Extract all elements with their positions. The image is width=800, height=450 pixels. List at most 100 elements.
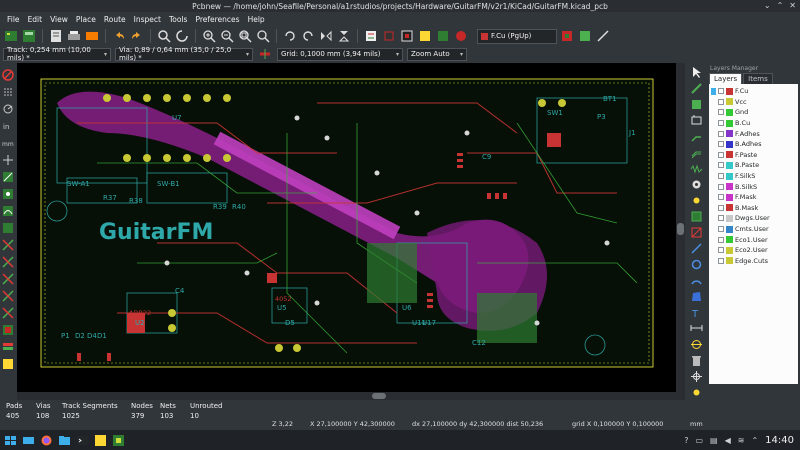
zoom-select[interactable]: Zoom Auto ▾ [407, 47, 467, 61]
microwave-toolbar-icon[interactable] [2, 357, 15, 370]
help-icon[interactable]: ? [684, 436, 688, 445]
via-sketch-icon[interactable] [2, 289, 15, 302]
layer-color-swatch[interactable] [726, 257, 733, 265]
add-circle-icon[interactable] [689, 258, 703, 271]
layer-color-swatch[interactable] [726, 246, 733, 254]
units-mm-icon[interactable]: mm [2, 136, 15, 149]
tab-layers[interactable]: Layers [709, 73, 743, 84]
layer-visibility-checkbox[interactable] [718, 257, 724, 264]
redo-icon[interactable] [129, 28, 145, 44]
menu-preferences[interactable]: Preferences [191, 15, 243, 24]
polar-coords-icon[interactable] [2, 102, 15, 115]
layer-row[interactable]: F.Paste [709, 150, 798, 161]
local-ratsnest-icon[interactable] [689, 98, 703, 111]
grid-size-select[interactable]: Grid: 0,1000 mm (3,94 mils) ▾ [277, 47, 403, 61]
layer-color-swatch[interactable] [726, 225, 733, 233]
route-track-icon[interactable] [689, 130, 703, 143]
drc-off-icon[interactable] [2, 68, 15, 81]
find-icon[interactable] [156, 28, 172, 44]
menu-inspect[interactable]: Inspect [130, 15, 165, 24]
maximize-icon[interactable]: ⌃ [777, 1, 784, 11]
highlight-net-icon[interactable] [689, 82, 703, 95]
layer-color-swatch[interactable] [726, 214, 733, 222]
layer-color-swatch[interactable] [726, 172, 733, 180]
layer-color-swatch[interactable] [726, 108, 733, 116]
menu-help[interactable]: Help [244, 15, 269, 24]
route-diff-pair-icon[interactable] [689, 146, 703, 159]
module-ratsnest-icon[interactable] [2, 187, 15, 200]
horizontal-scrollbar[interactable] [17, 392, 685, 400]
layer-row[interactable]: B.Adhes [709, 139, 798, 150]
zone-no-fill-icon[interactable] [2, 255, 15, 268]
pad-sketch-icon[interactable] [2, 272, 15, 285]
add-polygon-icon[interactable] [689, 290, 703, 303]
battery-icon[interactable]: ▭ [695, 436, 703, 445]
units-inch-icon[interactable]: in [2, 119, 15, 132]
scrollbar-thumb[interactable] [372, 393, 386, 399]
layer-visibility-checkbox[interactable] [718, 151, 724, 158]
layer-row[interactable]: Cmts.User [709, 224, 798, 235]
page-settings-icon[interactable] [48, 28, 64, 44]
ratsnest-icon[interactable] [2, 170, 15, 183]
layer-visibility-checkbox[interactable] [718, 162, 724, 169]
layer-pair-icon[interactable] [559, 28, 575, 44]
menu-file[interactable]: File [3, 15, 24, 24]
layer-visibility-checkbox[interactable] [718, 183, 724, 190]
layer-visibility-checkbox[interactable] [718, 98, 724, 105]
flip-icon[interactable] [336, 28, 352, 44]
menu-tools[interactable]: Tools [165, 15, 191, 24]
layer-row[interactable]: Edge.Cuts [709, 256, 798, 267]
rotate-ccw-icon[interactable] [282, 28, 298, 44]
delete-icon[interactable] [689, 354, 703, 367]
auto-delete-track-icon[interactable] [2, 204, 15, 217]
layer-visibility-checkbox[interactable] [718, 194, 724, 201]
layer-row[interactable]: F.SilkS [709, 171, 798, 182]
tab-items[interactable]: Items [743, 73, 773, 84]
auto-track-width-icon[interactable] [257, 46, 273, 62]
menu-edit[interactable]: Edit [24, 15, 47, 24]
update-pcb-icon[interactable] [435, 28, 451, 44]
plot-icon[interactable] [84, 28, 100, 44]
board-setup-icon[interactable] [3, 28, 19, 44]
high-contrast-icon[interactable] [2, 323, 15, 336]
vertical-scrollbar[interactable] [676, 63, 685, 392]
kicad-icon[interactable] [93, 433, 107, 447]
layer-visibility-checkbox[interactable] [718, 204, 724, 211]
layer-row[interactable]: Gnd [709, 107, 798, 118]
desktop-icon[interactable] [21, 433, 35, 447]
select-cursor-icon[interactable] [689, 66, 703, 79]
layer-visibility-checkbox[interactable] [718, 130, 724, 137]
tune-length-icon[interactable] [689, 162, 703, 175]
layer-row[interactable]: Eco1.User [709, 234, 798, 245]
layer-color-swatch[interactable] [726, 236, 733, 244]
add-zone-icon[interactable] [689, 210, 703, 223]
add-microvia-icon[interactable] [689, 194, 703, 207]
undo-icon[interactable] [111, 28, 127, 44]
layer-visibility-checkbox[interactable] [718, 215, 724, 222]
layer-color-swatch[interactable] [726, 98, 733, 106]
layer-row[interactable]: Dwgs.User [709, 213, 798, 224]
layer-color-swatch[interactable] [726, 130, 733, 138]
set-grid-origin-icon[interactable] [689, 386, 703, 399]
add-arc-icon[interactable] [689, 274, 703, 287]
via-size-select[interactable]: Via: 0,89 / 0,64 mm (35,0 / 25,0 mils) *… [115, 46, 253, 62]
firefox-icon[interactable] [39, 433, 53, 447]
zoom-selection-icon[interactable] [255, 28, 271, 44]
layer-row[interactable]: Eco2.User [709, 245, 798, 256]
add-via-icon[interactable] [689, 178, 703, 191]
layer-color-swatch[interactable] [726, 151, 733, 159]
files-icon[interactable] [57, 433, 71, 447]
menu-route[interactable]: Route [100, 15, 130, 24]
scrollbar-thumb[interactable] [677, 223, 684, 235]
layer-row[interactable]: B.Mask [709, 203, 798, 214]
layer-visibility-checkbox[interactable] [718, 236, 724, 243]
layer-color-swatch[interactable] [726, 183, 733, 191]
track-width-select[interactable]: Track: 0,254 mm (10,00 mils) * ▾ [3, 46, 111, 62]
clipboard-icon[interactable]: ▤ [710, 436, 718, 445]
menu-place[interactable]: Place [72, 15, 100, 24]
track-sketch-icon[interactable] [2, 306, 15, 319]
zone-fill-icon[interactable] [2, 221, 15, 234]
layer-visibility-checkbox[interactable] [718, 247, 724, 254]
zoom-in-icon[interactable] [201, 28, 217, 44]
save-icon[interactable] [21, 28, 37, 44]
